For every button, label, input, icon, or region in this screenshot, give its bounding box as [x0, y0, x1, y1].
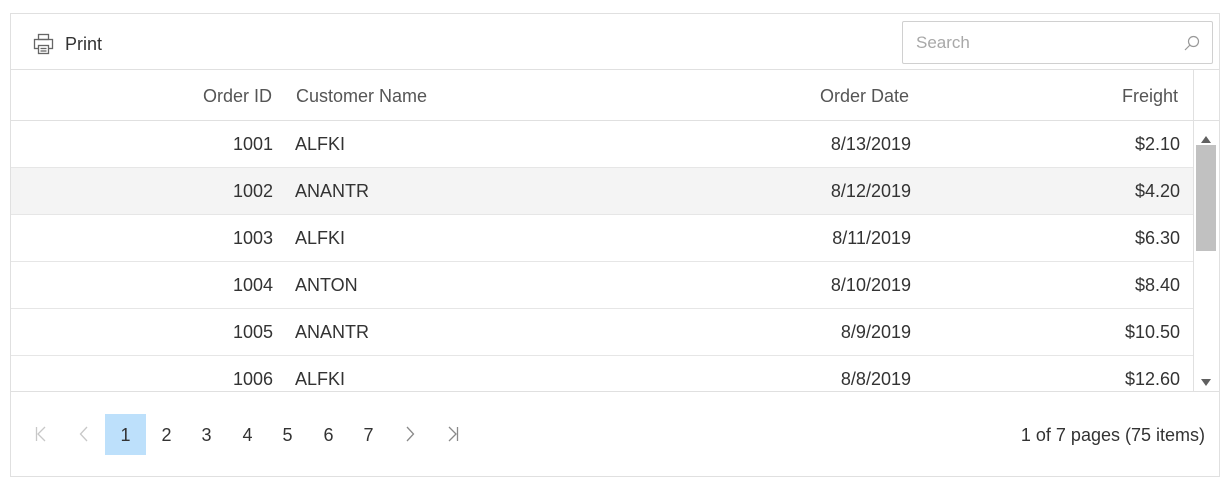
cell-freight: $8.40 [1134, 275, 1180, 295]
cell-order-id: 1003 [232, 228, 273, 248]
search-input[interactable] [903, 22, 1173, 63]
page-button-1[interactable]: 1 [105, 414, 146, 455]
column-header-customer-name[interactable]: Customer Name [296, 70, 596, 120]
header-scroll-spacer [1193, 70, 1219, 121]
cell-freight: $10.50 [1124, 322, 1180, 342]
page-button-5[interactable]: 5 [267, 414, 308, 455]
table-row[interactable]: 1005 ANANTR 8/9/2019 $10.50 [11, 309, 1193, 356]
scroll-down-arrow-icon[interactable] [1201, 373, 1211, 391]
table-row[interactable]: 1006 ALFKI 8/8/2019 $12.60 [11, 356, 1193, 391]
next-page-icon[interactable] [405, 426, 415, 447]
cell-order-date: 8/10/2019 [830, 275, 911, 295]
page-button-4[interactable]: 4 [227, 414, 268, 455]
search-icon[interactable] [1184, 35, 1200, 56]
cell-order-id: 1002 [232, 181, 273, 201]
grid-footer: 1 2 3 4 5 6 7 1 of 7 pages (75 items) [11, 391, 1219, 476]
previous-page-icon[interactable] [79, 426, 89, 447]
cell-order-id: 1004 [232, 275, 273, 295]
cell-customer-name: ALFKI [295, 228, 346, 248]
cell-freight: $4.20 [1134, 181, 1180, 201]
printer-icon [33, 33, 55, 55]
last-page-icon[interactable] [447, 426, 459, 447]
data-grid: Print Order ID Customer Name Order Date … [10, 13, 1220, 477]
cell-order-date: 8/12/2019 [830, 181, 911, 201]
cell-customer-name: ANANTR [295, 181, 370, 201]
pager: 1 2 3 4 5 6 7 1 of 7 pages (75 items) [11, 414, 1219, 455]
cell-order-id: 1006 [232, 369, 273, 389]
column-header-order-date[interactable]: Order Date [609, 70, 909, 120]
grid-header: Order ID Customer Name Order Date Freigh… [11, 70, 1193, 121]
cell-customer-name: ALFKI [295, 134, 346, 154]
first-page-icon[interactable] [35, 426, 47, 447]
grid-toolbar: Print [11, 14, 1219, 70]
page-button-3[interactable]: 3 [186, 414, 227, 455]
print-button[interactable]: Print [33, 30, 102, 58]
column-header-freight[interactable]: Freight [911, 70, 1178, 120]
pager-info: 1 of 7 pages (75 items) [1020, 425, 1205, 445]
vertical-scrollbar[interactable] [1193, 121, 1219, 391]
cell-order-date: 8/8/2019 [840, 369, 911, 389]
table-row[interactable]: 1004 ANTON 8/10/2019 $8.40 [11, 262, 1193, 309]
table-row[interactable]: 1001 ALFKI 8/13/2019 $2.10 [11, 121, 1193, 168]
cell-freight: $2.10 [1134, 134, 1180, 154]
column-header-order-id[interactable]: Order ID [11, 70, 272, 120]
search-box [902, 21, 1213, 64]
cell-customer-name: ANANTR [295, 322, 370, 342]
page-button-7[interactable]: 7 [348, 414, 389, 455]
cell-order-date: 8/9/2019 [840, 322, 911, 342]
cell-customer-name: ALFKI [295, 369, 346, 389]
cell-order-id: 1001 [232, 134, 273, 154]
cell-customer-name: ANTON [295, 275, 358, 295]
cell-freight: $6.30 [1134, 228, 1180, 248]
cell-order-date: 8/11/2019 [832, 228, 911, 248]
cell-freight: $12.60 [1124, 369, 1180, 389]
cell-order-date: 8/13/2019 [830, 134, 911, 154]
grid-body: 1001 ALFKI 8/13/2019 $2.10 1002 ANANTR 8… [11, 121, 1193, 391]
page-button-2[interactable]: 2 [146, 414, 187, 455]
cell-order-id: 1005 [232, 322, 273, 342]
table-row[interactable]: 1002 ANANTR 8/12/2019 $4.20 [11, 168, 1193, 215]
page-button-6[interactable]: 6 [308, 414, 349, 455]
scrollbar-thumb[interactable] [1196, 145, 1216, 251]
print-label: Print [65, 33, 103, 54]
table-row[interactable]: 1003 ALFKI 8/11/2019 $6.30 [11, 215, 1193, 262]
